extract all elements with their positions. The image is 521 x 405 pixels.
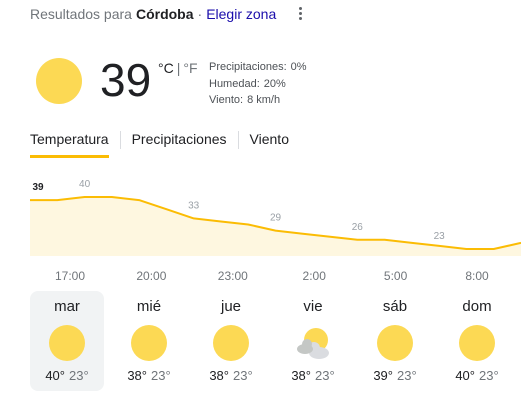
tab-divider: [119, 131, 121, 149]
header-separator: ·: [197, 6, 203, 22]
day-low: 23°: [69, 368, 89, 383]
results-prefix: Resultados para: [30, 6, 132, 22]
day-name: jue: [220, 298, 242, 315]
precipitation-label: Precipitaciones:: [209, 61, 287, 73]
wind-label: Viento:: [209, 94, 244, 106]
temperature-value-label: 39: [32, 182, 44, 193]
day-card-5[interactable]: dom 40° 23°: [440, 291, 514, 391]
unit-switcher: °C | °F: [158, 60, 198, 76]
day-low: 23°: [397, 368, 417, 383]
day-name: vie: [303, 298, 323, 315]
sunny-icon: [49, 325, 85, 361]
time-axis-label: 5:00: [384, 269, 408, 283]
day-low: 23°: [315, 368, 335, 383]
temperature-chart: 39 40 33 29 26 23 17:00 20:00 23:00 2:00 5:00 8:00: [30, 179, 521, 283]
change-location-link[interactable]: Elegir zona: [206, 6, 276, 22]
day-temperatures: 38° 23°: [194, 368, 268, 383]
day-high: 38°: [291, 368, 311, 383]
unit-divider: |: [176, 60, 181, 76]
tab-divider: [237, 131, 239, 149]
day-low: 23°: [151, 368, 171, 383]
day-low: 23°: [233, 368, 253, 383]
day-low: 23°: [479, 368, 499, 383]
more-options-icon[interactable]: [293, 4, 307, 22]
day-high: 38°: [127, 368, 147, 383]
time-axis-label: 17:00: [55, 269, 85, 283]
day-temperatures: 38° 23°: [276, 368, 350, 383]
day-name: sáb: [382, 298, 408, 315]
sunny-icon: [213, 325, 249, 361]
fahrenheit-toggle[interactable]: °F: [183, 60, 197, 76]
sunny-icon: [131, 325, 167, 361]
time-axis-label: 20:00: [136, 269, 166, 283]
forecast-tabs: Temperatura Precipitaciones Viento: [30, 130, 289, 158]
location-name: Córdoba: [135, 6, 194, 22]
precipitation-value: 0%: [290, 61, 307, 73]
day-name: dom: [462, 298, 492, 315]
time-axis-label: 2:00: [303, 269, 327, 283]
day-high: 39°: [373, 368, 393, 383]
humidity-row: Humedad: 20%: [209, 76, 307, 93]
wind-value: 8 km/h: [247, 94, 281, 106]
day-card-0[interactable]: mar 40° 23°: [30, 291, 104, 391]
current-temperature: 39: [100, 54, 152, 106]
daily-forecast: mar 40° 23° mié 38° 23° jue 38° 23° vie 38° 23° sáb 3…: [30, 291, 521, 391]
sunny-icon: [377, 325, 413, 361]
humidity-value: 20%: [263, 77, 286, 90]
celsius-toggle[interactable]: °C: [158, 60, 174, 76]
day-card-1[interactable]: mié 38° 23°: [112, 291, 186, 391]
sunny-icon: [459, 325, 495, 361]
day-high: 40°: [45, 368, 65, 383]
tab-wind[interactable]: Viento: [250, 130, 289, 158]
weather-details: Precipitaciones: 0% Humedad: 20% Viento:…: [209, 59, 307, 109]
day-temperatures: 39° 23°: [358, 368, 432, 383]
precipitation-row: Precipitaciones: 0%: [209, 59, 307, 76]
day-temperatures: 40° 23°: [440, 368, 514, 383]
day-card-4[interactable]: sáb 39° 23°: [358, 291, 432, 391]
time-axis-label: 23:00: [218, 269, 248, 283]
search-location-header: Resultados para Córdoba · Elegir zona: [30, 4, 276, 24]
time-axis-label: 8:00: [465, 269, 489, 283]
day-high: 40°: [455, 368, 475, 383]
sunny-icon: [36, 58, 82, 104]
temperature-value-label: 26: [352, 222, 364, 233]
temperature-value-label: 29: [270, 213, 282, 224]
day-card-2[interactable]: jue 38° 23°: [194, 291, 268, 391]
temperature-value-label: 40: [79, 179, 91, 190]
day-temperatures: 38° 23°: [112, 368, 186, 383]
temperature-value-label: 23: [434, 231, 446, 242]
day-high: 38°: [209, 368, 229, 383]
humidity-label: Humedad:: [209, 77, 260, 90]
day-temperatures: 40° 23°: [30, 368, 104, 383]
tab-precipitation[interactable]: Precipitaciones: [132, 130, 227, 158]
temperature-value-label: 33: [188, 200, 200, 211]
wind-row: Viento: 8 km/h: [209, 92, 307, 109]
day-name: mar: [54, 298, 80, 315]
partly-cloudy-icon: [295, 325, 331, 361]
day-name: mié: [136, 298, 162, 315]
tab-temperature[interactable]: Temperatura: [30, 130, 109, 158]
day-card-3[interactable]: vie 38° 23°: [276, 291, 350, 391]
